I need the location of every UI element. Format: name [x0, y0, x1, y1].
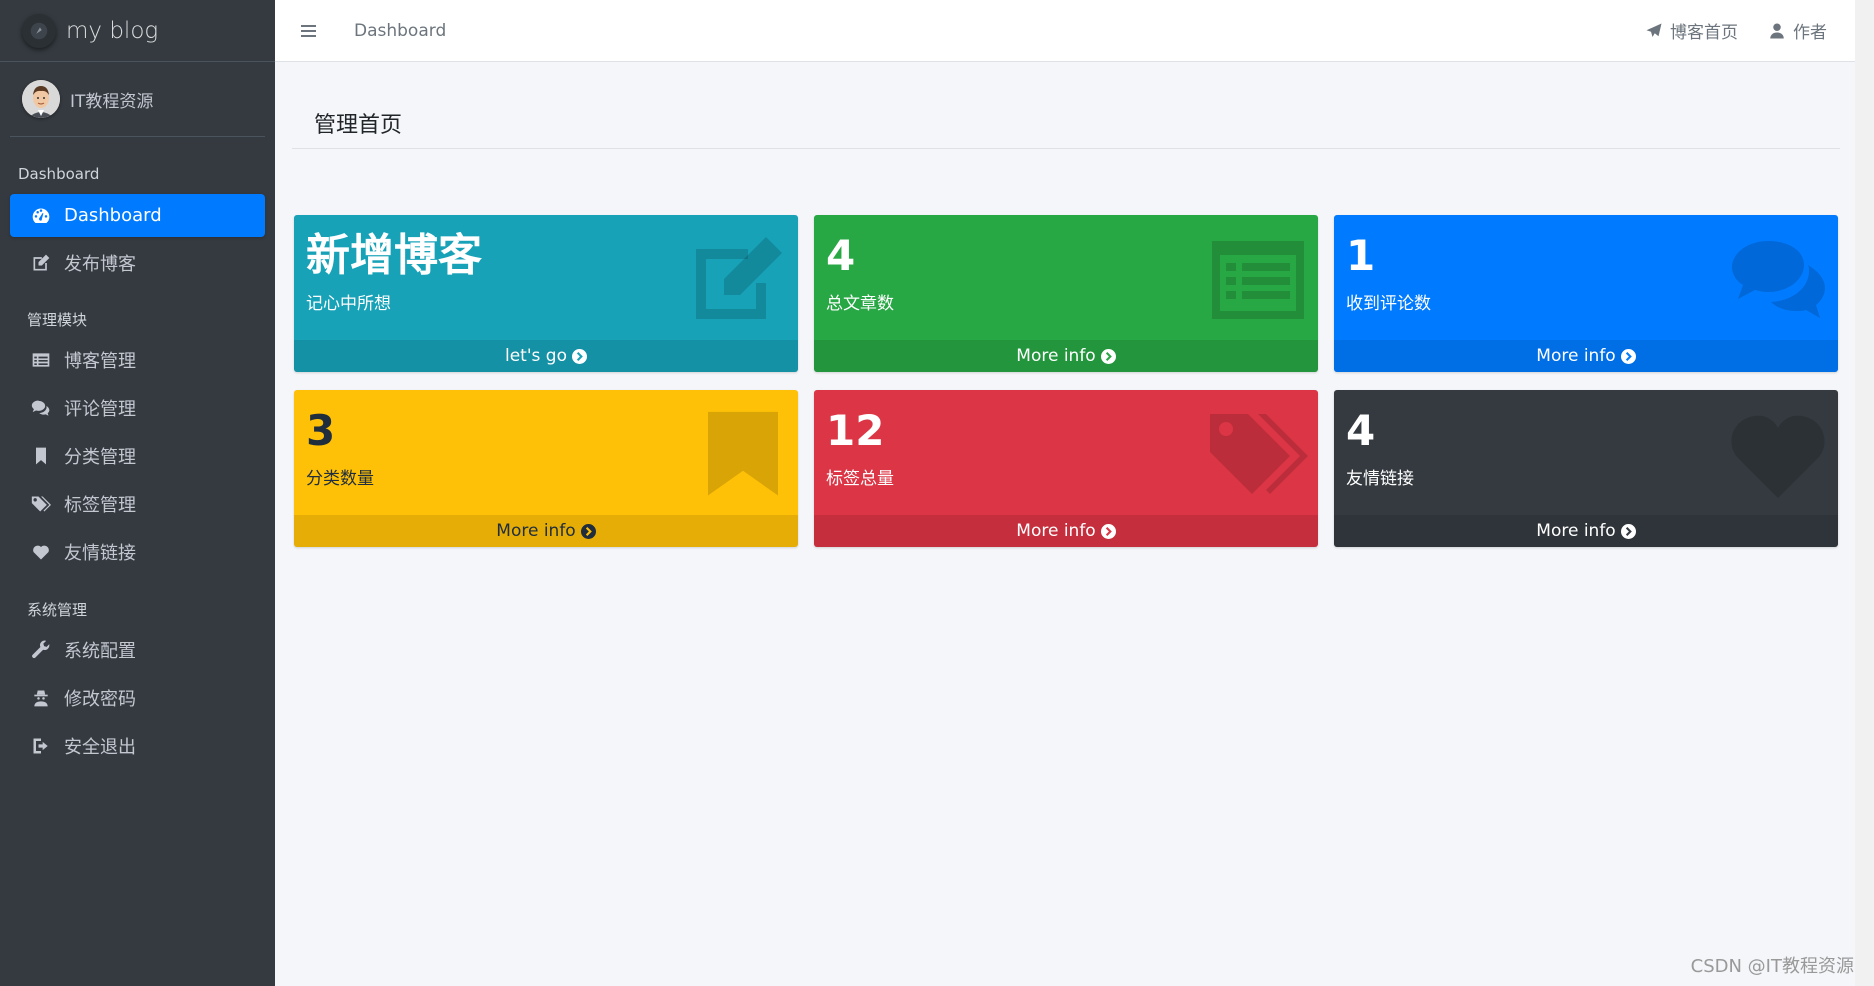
brand-logo-icon: [22, 13, 56, 48]
card-footer-link[interactable]: More info: [814, 515, 1318, 547]
scrollbar[interactable]: [1855, 0, 1874, 986]
nav-header-dashboard: Dashboard: [18, 165, 100, 183]
arrow-circle-right-icon: [580, 523, 596, 539]
brand-name: my blog: [66, 17, 159, 44]
sidebar-item-label: 安全退出: [64, 737, 136, 758]
author-label: 作者: [1793, 23, 1827, 43]
brand-link[interactable]: my blog: [0, 0, 275, 62]
user-panel[interactable]: IT教程资源: [10, 62, 265, 137]
dashboard-icon: [30, 205, 52, 227]
comments-icon: [1728, 235, 1828, 325]
card-new-blog: 新增博客 记心中所想 let's go: [294, 215, 798, 372]
sidebar-item-dashboard[interactable]: Dashboard: [10, 194, 265, 237]
edit-icon: [30, 252, 52, 274]
sign-out-icon: [30, 735, 52, 757]
card-comments: 1 收到评论数 More info: [1334, 215, 1838, 372]
author-link[interactable]: 作者: [1768, 18, 1827, 43]
user-name: IT教程资源: [70, 91, 154, 112]
avatar: [22, 80, 60, 118]
menu-toggle-icon[interactable]: [301, 21, 321, 41]
card-footer-link[interactable]: More info: [294, 515, 798, 547]
blog-home-label: 博客首页: [1670, 23, 1738, 43]
list-icon: [30, 349, 52, 371]
user-secret-icon: [30, 687, 52, 709]
content-header: 管理首页: [292, 107, 1840, 149]
card-friend-links: 4 友情链接 More info: [1334, 390, 1838, 547]
tags-icon: [30, 493, 52, 515]
sidebar-item-label: 修改密码: [64, 689, 136, 710]
tags-icon: [1208, 410, 1308, 500]
arrow-circle-right-icon: [1100, 523, 1116, 539]
bookmark-icon: [30, 445, 52, 467]
card-footer-link[interactable]: More info: [1334, 340, 1838, 372]
card-footer-label: More info: [1016, 521, 1096, 541]
list-alt-icon: [1208, 235, 1308, 325]
sidebar-item-label: 博客管理: [64, 351, 136, 372]
sidebar-item-friend-links[interactable]: 友情链接: [10, 530, 265, 574]
heart-icon: [30, 541, 52, 563]
bookmark-icon: [688, 410, 788, 500]
nav-header-manage: 管理模块: [27, 311, 88, 329]
blog-home-link[interactable]: 博客首页: [1645, 18, 1738, 43]
nav-header-system: 系统管理: [27, 601, 88, 619]
sidebar-item-change-password[interactable]: 修改密码: [10, 676, 265, 720]
card-categories: 3 分类数量 More info: [294, 390, 798, 547]
sidebar-item-label: 友情链接: [64, 543, 136, 564]
sidebar: my blog IT教程资源 Dashboard Dashboard 发布博客 …: [0, 0, 275, 986]
breadcrumb-dashboard[interactable]: Dashboard: [354, 21, 446, 41]
sidebar-item-label: 分类管理: [64, 447, 136, 468]
arrow-circle-right-icon: [1100, 348, 1116, 364]
card-footer-label: More info: [1016, 346, 1096, 366]
sidebar-item-label: 发布博客: [64, 254, 136, 275]
sidebar-item-system-config[interactable]: 系统配置: [10, 628, 265, 672]
card-tags: 12 标签总量 More info: [814, 390, 1318, 547]
watermark: CSDN @IT教程资源: [1690, 956, 1854, 977]
card-total-articles: 4 总文章数 More info: [814, 215, 1318, 372]
sidebar-item-label: 评论管理: [64, 399, 136, 420]
sidebar-item-label: 系统配置: [64, 641, 136, 662]
sidebar-item-category-manage[interactable]: 分类管理: [10, 434, 265, 478]
sidebar-item-publish-blog[interactable]: 发布博客: [10, 241, 265, 285]
arrow-circle-right-icon: [571, 348, 587, 364]
card-footer-link[interactable]: More info: [814, 340, 1318, 372]
edit-icon: [688, 235, 788, 325]
sidebar-item-comment-manage[interactable]: 评论管理: [10, 386, 265, 430]
arrow-circle-right-icon: [1620, 523, 1636, 539]
card-footer-link[interactable]: let's go: [294, 340, 798, 372]
card-footer-label: let's go: [505, 346, 567, 366]
paper-plane-icon: [1646, 23, 1662, 37]
sidebar-item-tag-manage[interactable]: 标签管理: [10, 482, 265, 526]
page-title: 管理首页: [314, 113, 403, 138]
top-navbar: Dashboard 博客首页 作者: [275, 0, 1855, 62]
card-footer-label: More info: [1536, 346, 1616, 366]
sidebar-item-blog-manage[interactable]: 博客管理: [10, 338, 265, 382]
sidebar-item-label: 标签管理: [64, 495, 136, 516]
wrench-icon: [30, 639, 52, 661]
comments-icon: [30, 397, 52, 419]
card-footer-link[interactable]: More info: [1334, 515, 1838, 547]
sidebar-item-logout[interactable]: 安全退出: [10, 724, 265, 768]
user-icon: [1770, 23, 1784, 38]
heart-icon: [1728, 410, 1828, 500]
arrow-circle-right-icon: [1620, 348, 1636, 364]
card-footer-label: More info: [496, 521, 576, 541]
card-footer-label: More info: [1536, 521, 1616, 541]
sidebar-item-label: Dashboard: [64, 205, 162, 226]
